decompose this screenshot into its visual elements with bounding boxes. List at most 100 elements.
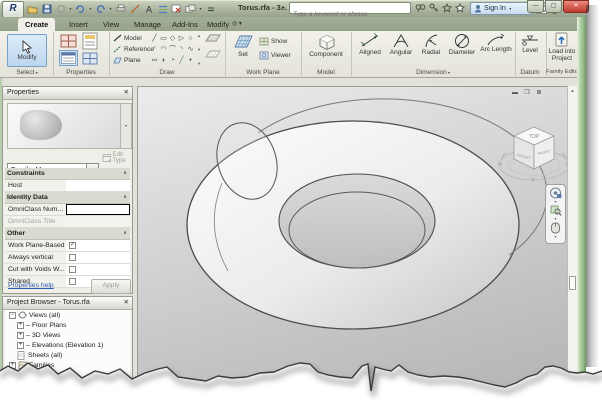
title-overflow-icon[interactable]: [282, 4, 285, 11]
open-icon[interactable]: [26, 3, 39, 15]
draw-panel-label[interactable]: Draw: [110, 68, 224, 77]
ribbon-display-toggle-icon[interactable]: [232, 20, 248, 29]
search-icon[interactable]: [414, 2, 426, 14]
communication-center-icon[interactable]: [441, 2, 453, 14]
preview-expand-icon[interactable]: [120, 103, 132, 149]
host-value[interactable]: [66, 180, 130, 191]
arc-length-dimension-button[interactable]: Arc Length: [479, 33, 513, 54]
tree-item-families[interactable]: Families: [5, 360, 130, 370]
cut-with-voids-checkbox[interactable]: [69, 266, 76, 273]
collapse-icon[interactable]: [9, 311, 16, 319]
print-icon[interactable]: [114, 3, 127, 15]
spline2-tool-icon[interactable]: ∾: [150, 55, 159, 66]
wheel-dropdown-icon[interactable]: [554, 200, 556, 204]
scroll-up-icon[interactable]: [568, 86, 577, 96]
angular-dimension-button[interactable]: Angular: [386, 33, 416, 57]
dimension-panel-label[interactable]: Dimension: [352, 68, 514, 77]
properties-panel-label[interactable]: Properties: [54, 68, 108, 77]
start-end-radius-arc-tool-icon[interactable]: ⌒: [168, 44, 177, 55]
view-close-icon[interactable]: ⊠: [534, 89, 544, 98]
scrollbar-thumb[interactable]: [569, 276, 576, 290]
line-tool-icon[interactable]: ╱: [150, 33, 159, 44]
steering-wheel-icon[interactable]: [549, 187, 562, 199]
measure-icon[interactable]: [128, 3, 141, 15]
view-minimize-icon[interactable]: ▬: [510, 89, 520, 98]
vertical-scrollbar[interactable]: [567, 86, 577, 413]
pick-lines-tool-icon[interactable]: ╱: [177, 55, 186, 66]
zoom-dropdown-icon[interactable]: [554, 217, 556, 221]
switch-windows-icon[interactable]: [184, 3, 197, 15]
dimension-style-icon[interactable]: [156, 3, 169, 15]
family-types-icon[interactable]: [81, 32, 99, 50]
edit-type-button[interactable]: Edit Type: [102, 151, 132, 165]
modify-button[interactable]: Modify: [7, 34, 47, 67]
point-tool-icon[interactable]: •: [186, 55, 195, 66]
properties-palette-icon[interactable]: [59, 50, 78, 66]
section-other[interactable]: Other: [5, 228, 130, 240]
undo-dropdown-icon[interactable]: [88, 3, 93, 15]
partial-ellipse-tool-icon[interactable]: ◔: [168, 55, 177, 66]
draw-scroll-down-icon[interactable]: ▼: [196, 47, 202, 52]
redo-dropdown-icon[interactable]: [108, 3, 113, 15]
properties-close-icon[interactable]: ✕: [124, 87, 129, 99]
rectangle-tool-icon[interactable]: ▭: [159, 33, 168, 44]
plane-button[interactable]: Plane: [113, 56, 141, 64]
tree-item-sheets[interactable]: Sheets (all): [5, 350, 130, 360]
maximize-button[interactable]: ▢: [545, 0, 562, 13]
viewcube[interactable]: TOP FRONT RIGHT: [496, 115, 572, 189]
circle-tool-icon[interactable]: ○: [186, 33, 195, 44]
project-browser-close-icon[interactable]: ✕: [124, 297, 129, 309]
center-ends-arc-tool-icon[interactable]: ◠: [159, 44, 168, 55]
tab-manage[interactable]: Manage: [127, 18, 168, 31]
tree-item-elevations[interactable]: Elevations (Elevation 1): [5, 340, 130, 350]
draw-surface-icon[interactable]: [205, 32, 221, 45]
zoom-icon[interactable]: [550, 205, 562, 216]
draw-workplane-surface-icon[interactable]: [205, 48, 221, 61]
redo-icon[interactable]: [94, 3, 107, 15]
sign-in-dropdown-icon[interactable]: [508, 3, 513, 15]
omniclass-number-input[interactable]: [66, 204, 130, 215]
reference-line-button[interactable]: Reference: [113, 45, 154, 53]
tree-item-floor-plans[interactable]: Floor Plans: [5, 320, 130, 330]
tab-insert[interactable]: Insert: [62, 18, 95, 31]
select-panel-label[interactable]: Select: [2, 68, 52, 77]
expand-icon[interactable]: [17, 341, 24, 349]
orbit-dropdown-icon[interactable]: [554, 235, 556, 239]
always-vertical-checkbox[interactable]: [69, 254, 76, 261]
expand-icon[interactable]: [17, 321, 24, 329]
draw-scroll-up-icon[interactable]: ▲: [196, 33, 202, 38]
workplane-panel-label[interactable]: Work Plane: [226, 68, 300, 77]
properties-help-link[interactable]: Properties help: [8, 282, 54, 289]
show-workplane-button[interactable]: Show: [259, 37, 287, 46]
tab-addins[interactable]: Add-Ins: [165, 18, 205, 31]
sync-dropdown-icon[interactable]: [68, 3, 73, 15]
model-panel-label[interactable]: Model: [302, 68, 350, 77]
switch-windows-dropdown-icon[interactable]: [198, 3, 203, 15]
radial-dimension-button[interactable]: Radial: [417, 33, 445, 57]
section-constraints[interactable]: Constraints: [5, 168, 130, 180]
revit-logo-icon[interactable]: R: [2, 1, 24, 18]
favorites-star-icon[interactable]: [454, 2, 466, 14]
set-workplane-button[interactable]: Set: [230, 33, 256, 59]
apply-button[interactable]: Apply: [91, 279, 131, 294]
tab-view[interactable]: View: [96, 18, 126, 31]
close-hidden-windows-icon[interactable]: [170, 3, 183, 15]
save-icon[interactable]: [40, 3, 53, 15]
view-restore-icon[interactable]: ❐: [522, 89, 532, 98]
project-browser-header[interactable]: Project Browser - Torus.rfa ✕: [3, 297, 132, 310]
shared-checkbox[interactable]: [69, 278, 76, 285]
model-line-button[interactable]: Model: [113, 34, 142, 42]
text-icon[interactable]: A: [142, 3, 155, 15]
drawing-area[interactable]: ▬ ❐ ⊠ TOP FRONT RIGHT: [137, 86, 571, 413]
tangent-arc-tool-icon[interactable]: ◝: [177, 44, 186, 55]
component-button[interactable]: Component: [305, 33, 347, 59]
expand-icon[interactable]: [9, 361, 16, 369]
tree-item-3d-views[interactable]: 3D Views: [5, 330, 130, 340]
family-category-icon[interactable]: [60, 34, 77, 48]
sync-icon[interactable]: [54, 3, 67, 15]
undo-icon[interactable]: [74, 3, 87, 15]
spline-tool-icon[interactable]: ∿: [186, 44, 195, 55]
types-grid-icon[interactable]: [82, 52, 98, 65]
draw-scroll-more-icon[interactable]: ▼: [196, 61, 202, 66]
load-into-project-button[interactable]: Load into Project: [547, 32, 577, 62]
